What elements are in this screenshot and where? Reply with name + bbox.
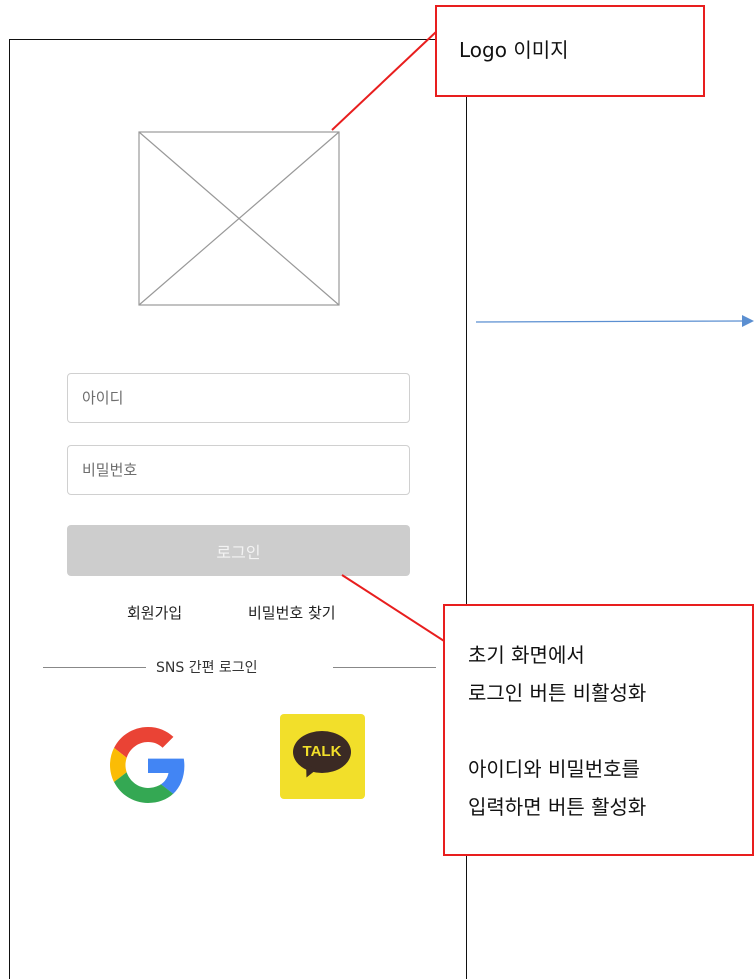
annotation-line-4: 아이디와 비밀번호를 — [468, 757, 640, 781]
login-annotation: 초기 화면에서 로그인 버튼 비활성화 아이디와 비밀번호를 입력하면 버튼 활… — [443, 604, 754, 856]
annotation-line-1: 초기 화면에서 — [468, 643, 585, 667]
sns-divider-left — [43, 667, 146, 668]
sns-divider-right — [333, 667, 436, 668]
id-input[interactable] — [67, 373, 410, 423]
logo-annotation-text: Logo 이미지 — [459, 38, 569, 62]
flow-arrow-line — [475, 320, 743, 323]
google-icon[interactable] — [110, 727, 186, 803]
logo-image-placeholder — [138, 131, 340, 306]
password-input[interactable] — [67, 445, 410, 495]
annotation-line-2: 로그인 버튼 비활성화 — [468, 681, 647, 705]
annotation-line-5: 입력하면 버튼 활성화 — [468, 795, 647, 819]
login-button[interactable]: 로그인 — [67, 525, 410, 576]
sns-login-title: SNS 간편 로그인 — [156, 660, 258, 676]
annotation-gap — [468, 712, 752, 750]
flow-arrow-head-icon — [742, 315, 754, 327]
logo-annotation: Logo 이미지 — [435, 5, 705, 97]
kakao-talk-label: TALK — [302, 743, 342, 760]
find-password-link[interactable]: 비밀번호 찾기 — [248, 602, 336, 623]
kakao-talk-icon[interactable]: TALK — [280, 714, 365, 799]
signup-link[interactable]: 회원가입 — [127, 602, 182, 623]
